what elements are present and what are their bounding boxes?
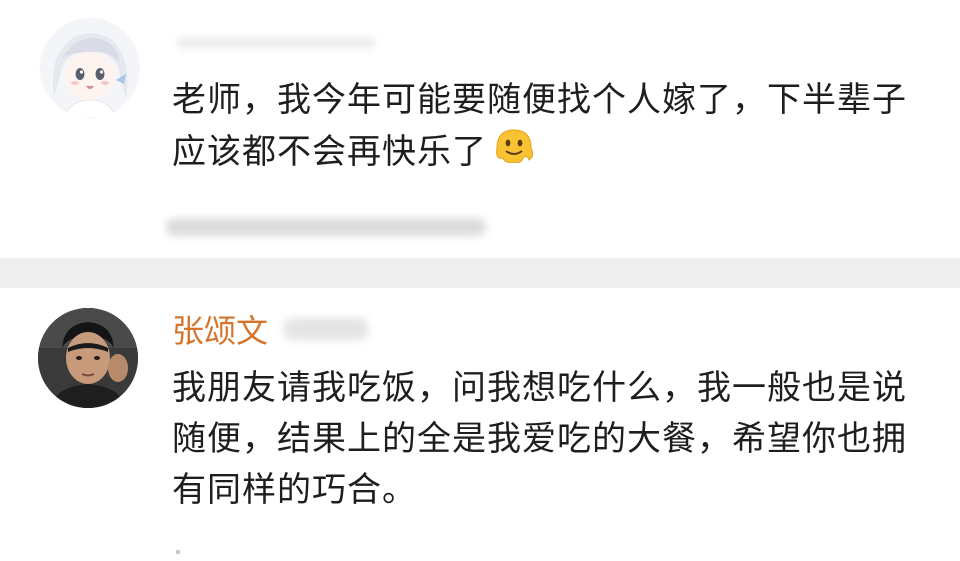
- man-portrait-avatar-icon: [38, 308, 138, 408]
- comment-item: 张颂文 我朋友请我吃饭，问我想吃什么，我一般也是说随便，结果上的全是我爱吃的大餐…: [0, 288, 960, 561]
- blurred-badge: [284, 318, 368, 340]
- comment-divider: [0, 258, 960, 288]
- avatar[interactable]: [40, 18, 140, 118]
- comment-text: 老师，我今年可能要随便找个人嫁了，下半辈子应该都不会再快乐了: [172, 75, 912, 181]
- comment-username[interactable]: 张颂文: [172, 311, 268, 351]
- blurred-username: [176, 38, 376, 48]
- anime-girl-avatar-icon: [40, 18, 140, 118]
- comment-item: 老师，我今年可能要随便找个人嫁了，下半辈子应该都不会再快乐了: [0, 0, 960, 258]
- comment-text-content: 我朋友请我吃饭，问我想吃什么，我一般也是说随便，结果上的全是我爱吃的大餐，希望你…: [172, 368, 907, 510]
- blurred-meta: [176, 550, 180, 554]
- melting-face-emoji-icon: [491, 126, 537, 181]
- comment-text-content: 老师，我今年可能要随便找个人嫁了，下半辈子应该都不会再快乐了: [172, 80, 907, 172]
- blurred-meta: [166, 218, 486, 236]
- avatar[interactable]: [38, 308, 138, 408]
- comment-text: 我朋友请我吃饭，问我想吃什么，我一般也是说随便，结果上的全是我爱吃的大餐，希望你…: [172, 363, 932, 516]
